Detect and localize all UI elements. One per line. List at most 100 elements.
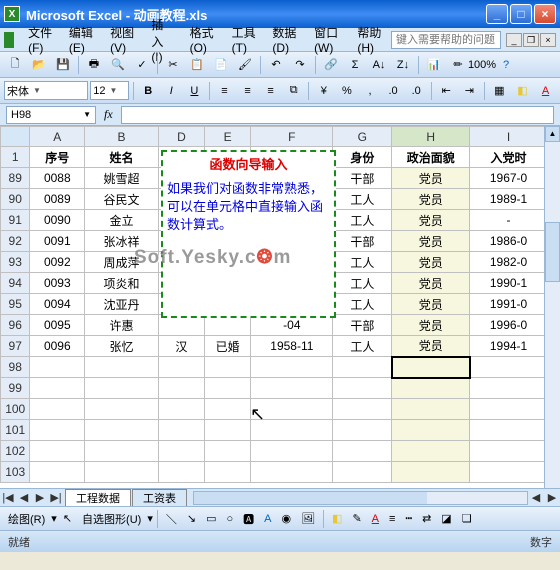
mdi-minimize-button[interactable]: _ <box>506 33 522 47</box>
menu-tools[interactable]: 工具(T) <box>224 22 265 57</box>
cell[interactable] <box>158 399 204 420</box>
cell[interactable] <box>470 462 548 483</box>
select-all-corner[interactable] <box>1 127 30 147</box>
mdi-close-button[interactable]: × <box>540 33 556 47</box>
format-painter-button[interactable]: 🖌 <box>234 54 256 76</box>
row-header[interactable]: 99 <box>1 378 30 399</box>
vertical-scrollbar[interactable]: ▲ <box>544 126 560 488</box>
row-header[interactable]: 91 <box>1 210 30 231</box>
zoom-combo[interactable]: 100% <box>471 54 493 76</box>
currency-button[interactable]: ¥ <box>313 80 334 102</box>
cell[interactable] <box>205 378 251 399</box>
app-menu-icon[interactable] <box>4 32 14 48</box>
cell[interactable]: 0095 <box>30 315 85 336</box>
copy-button[interactable]: 📋 <box>186 54 208 76</box>
borders-button[interactable]: ▦ <box>489 80 510 102</box>
menu-help[interactable]: 帮助(H) <box>349 22 391 57</box>
line-icon[interactable]: ＼ <box>162 511 181 527</box>
textbox-icon[interactable]: 🅰 <box>239 511 258 527</box>
sheet-tab-active[interactable]: 工程数据 <box>65 489 131 506</box>
cell[interactable] <box>333 357 392 378</box>
print-button[interactable]: 🖶 <box>83 54 105 76</box>
cell[interactable] <box>30 378 85 399</box>
cell[interactable] <box>85 462 159 483</box>
shadow-icon[interactable]: ◪ <box>437 512 455 525</box>
cell[interactable]: 工人 <box>333 294 392 315</box>
cell[interactable] <box>470 441 548 462</box>
cell[interactable]: 1986-0 <box>470 231 548 252</box>
cell[interactable]: 0096 <box>30 336 85 357</box>
row-header[interactable]: 101 <box>1 420 30 441</box>
horizontal-scrollbar[interactable] <box>193 491 528 505</box>
cell[interactable] <box>30 441 85 462</box>
cell[interactable]: 1967-0 <box>470 168 548 189</box>
italic-button[interactable]: I <box>161 80 182 102</box>
sheet-tab[interactable]: 工资表 <box>132 489 187 506</box>
cell[interactable] <box>158 420 204 441</box>
cell[interactable] <box>158 441 204 462</box>
cell[interactable] <box>30 420 85 441</box>
row-header[interactable]: 102 <box>1 441 30 462</box>
cell[interactable] <box>333 462 392 483</box>
cell[interactable]: 0088 <box>30 168 85 189</box>
cell[interactable]: 0089 <box>30 189 85 210</box>
cell[interactable]: 姚雪超 <box>85 168 159 189</box>
cell[interactable] <box>392 462 470 483</box>
undo-button[interactable]: ↶ <box>265 54 287 76</box>
cell[interactable]: 0092 <box>30 252 85 273</box>
mdi-restore-button[interactable]: ❐ <box>523 33 539 47</box>
row-header[interactable]: 90 <box>1 189 30 210</box>
increase-decimal-button[interactable]: .0 <box>383 80 404 102</box>
cell[interactable] <box>158 378 204 399</box>
cell[interactable]: 序号 <box>30 147 85 168</box>
font-name-combo[interactable]: 宋体▼ <box>4 81 88 100</box>
redo-button[interactable]: ↷ <box>289 54 311 76</box>
cell[interactable]: 张忆 <box>85 336 159 357</box>
cell[interactable]: 1990-1 <box>470 273 548 294</box>
col-header[interactable]: H <box>392 127 470 147</box>
name-box[interactable]: H98▼ <box>6 106 96 124</box>
fill-color-icon[interactable]: ◧ <box>328 512 346 525</box>
cut-button[interactable]: ✂ <box>162 54 184 76</box>
cell[interactable] <box>30 462 85 483</box>
help-button[interactable]: ? <box>495 54 517 76</box>
chart-wizard-button[interactable]: 📊 <box>423 54 445 76</box>
dash-style-icon[interactable]: ┅ <box>401 512 416 525</box>
cell[interactable] <box>392 441 470 462</box>
cell[interactable]: 1982-0 <box>470 252 548 273</box>
col-header[interactable]: B <box>85 127 159 147</box>
col-header[interactable]: D <box>158 127 204 147</box>
cell[interactable]: 1996-0 <box>470 315 548 336</box>
cell[interactable] <box>251 357 333 378</box>
cell[interactable] <box>392 420 470 441</box>
cell[interactable]: 许惠 <box>85 315 159 336</box>
font-color-icon[interactable]: A <box>368 513 383 525</box>
new-button[interactable]: 🗋 <box>4 54 26 76</box>
menu-format[interactable]: 格式(O) <box>182 22 224 57</box>
diagram-icon[interactable]: ◉ <box>277 512 295 525</box>
cell[interactable] <box>470 420 548 441</box>
row-header[interactable]: 103 <box>1 462 30 483</box>
save-button[interactable]: 💾 <box>52 54 74 76</box>
maximize-button[interactable]: □ <box>510 4 532 24</box>
drawing-toggle-button[interactable]: ✏ <box>447 54 469 76</box>
row-header[interactable]: 94 <box>1 273 30 294</box>
tab-nav-first[interactable]: |◀ <box>0 491 16 504</box>
cell[interactable] <box>85 357 159 378</box>
cell[interactable]: 金立 <box>85 210 159 231</box>
row-header[interactable]: 100 <box>1 399 30 420</box>
print-preview-button[interactable]: 🔍 <box>107 54 129 76</box>
row-header[interactable]: 92 <box>1 231 30 252</box>
font-size-combo[interactable]: 12▼ <box>90 81 128 100</box>
help-search-input[interactable] <box>391 31 501 49</box>
cell[interactable]: 谷民文 <box>85 189 159 210</box>
row-header[interactable]: 97 <box>1 336 30 357</box>
cell[interactable]: 党员 <box>392 315 470 336</box>
cell[interactable]: 工人 <box>333 189 392 210</box>
align-left-button[interactable]: ≡ <box>214 80 235 102</box>
cell[interactable] <box>85 399 159 420</box>
fx-icon[interactable]: fx <box>96 107 121 122</box>
row-header[interactable]: 1 <box>1 147 30 168</box>
cell[interactable] <box>30 399 85 420</box>
cell[interactable]: 党员 <box>392 252 470 273</box>
